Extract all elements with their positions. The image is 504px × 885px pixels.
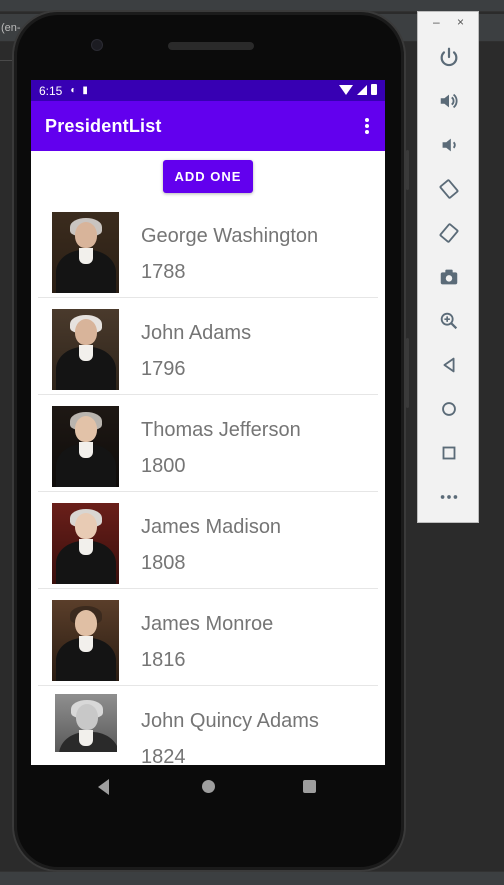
status-time: 6:15 <box>39 83 63 98</box>
president-portrait <box>52 600 119 681</box>
power-icon[interactable] <box>434 42 464 72</box>
president-name: James Madison <box>141 516 282 538</box>
president-portrait <box>52 406 119 487</box>
list-item[interactable]: John Quincy Adams 1824 <box>38 686 378 765</box>
president-name: John Quincy Adams <box>141 710 319 732</box>
battery-icon <box>371 84 377 95</box>
sd-card-icon: ▮ <box>82 84 88 96</box>
president-name: George Washington <box>141 225 319 247</box>
ide-bottom-bar <box>0 871 504 885</box>
president-year: 1816 <box>141 649 186 671</box>
device-power-key <box>406 150 409 190</box>
back-icon[interactable] <box>434 350 464 380</box>
app-bar: PresidentList <box>31 101 385 151</box>
president-portrait <box>52 212 119 293</box>
volume-up-icon[interactable] <box>434 86 464 116</box>
zoom-icon[interactable] <box>434 306 464 336</box>
system-navigation-bar <box>31 765 385 809</box>
data-saver-icon: ◐ <box>70 84 77 96</box>
president-year: 1788 <box>141 261 186 283</box>
ide-divider <box>0 60 12 61</box>
nav-back-icon[interactable] <box>98 779 109 795</box>
status-bar: 6:15 ◐ ▮ <box>31 80 385 101</box>
add-button-container: ADD ONE <box>31 151 385 201</box>
president-list[interactable]: George Washington 1788 John Adams 1796 T… <box>31 201 385 765</box>
list-item[interactable]: James Monroe 1816 <box>38 589 378 686</box>
home-icon[interactable] <box>434 394 464 424</box>
volume-down-icon[interactable] <box>434 130 464 160</box>
list-item[interactable]: George Washington 1788 <box>38 201 378 298</box>
president-name: John Adams <box>141 322 252 344</box>
signal-icon <box>357 84 367 95</box>
list-item[interactable]: Thomas Jefferson 1800 <box>38 395 378 492</box>
nav-home-icon[interactable] <box>202 780 215 793</box>
close-button[interactable]: × <box>457 15 464 29</box>
nav-recents-icon[interactable] <box>303 780 316 793</box>
president-year: 1796 <box>141 358 186 380</box>
device-volume-key <box>406 338 409 408</box>
president-name: James Monroe <box>141 613 274 635</box>
earpiece-speaker <box>168 42 254 50</box>
camera-icon[interactable] <box>434 262 464 292</box>
president-year: 1808 <box>141 552 186 574</box>
list-item[interactable]: James Madison 1808 <box>38 492 378 589</box>
front-camera <box>91 39 103 51</box>
overview-icon[interactable] <box>434 438 464 468</box>
president-portrait <box>52 503 119 584</box>
add-one-button[interactable]: ADD ONE <box>163 159 253 193</box>
overflow-menu-icon[interactable] <box>365 118 369 134</box>
rotate-right-icon[interactable] <box>434 218 464 248</box>
president-year: 1824 <box>141 746 186 765</box>
wifi-icon <box>339 84 353 95</box>
more-icon[interactable] <box>434 482 464 512</box>
list-item[interactable]: John Adams 1796 <box>38 298 378 395</box>
president-portrait <box>52 309 119 390</box>
president-name: Thomas Jefferson <box>141 419 301 441</box>
device-screen: 6:15 ◐ ▮ PresidentList ADD ONE George Wa… <box>31 80 385 765</box>
rotate-left-icon[interactable] <box>434 174 464 204</box>
minimize-button[interactable]: – <box>433 15 440 29</box>
emulator-controls-panel: – × <box>417 11 479 523</box>
president-year: 1800 <box>141 455 186 477</box>
president-portrait <box>55 694 117 752</box>
app-title: PresidentList <box>45 115 162 136</box>
